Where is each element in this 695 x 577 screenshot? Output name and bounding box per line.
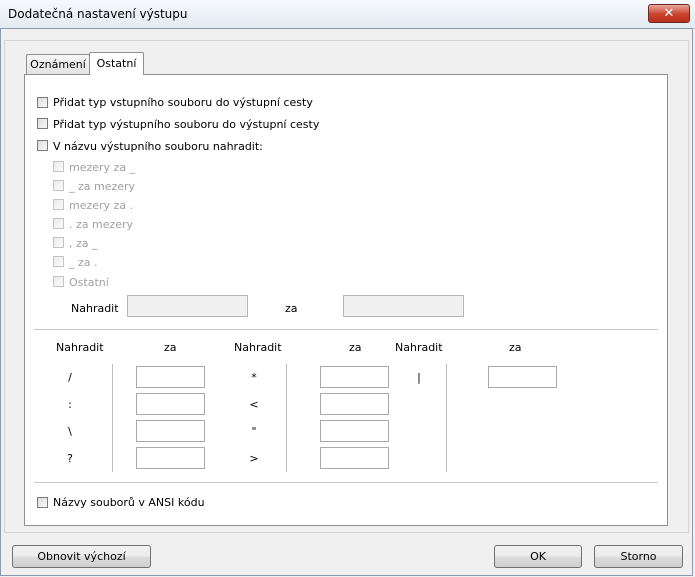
replace-to-input[interactable] xyxy=(343,295,464,317)
table-header: za xyxy=(349,341,362,354)
replace-in-name-label: V názvu výstupního souboru nahradit: xyxy=(53,140,263,153)
add-output-type-checkbox[interactable] xyxy=(37,118,48,129)
char-question: ? xyxy=(67,452,73,465)
sub-option-label: . za mezery xyxy=(69,218,134,231)
asterisk-replace-input[interactable] xyxy=(320,366,389,388)
pipe-replace-input[interactable] xyxy=(488,366,557,388)
sub-option-label: Ostatní xyxy=(69,276,109,289)
column-divider xyxy=(112,364,113,472)
sub-option-checkbox[interactable] xyxy=(53,256,64,267)
slash-replace-input[interactable] xyxy=(136,366,205,388)
tab-oznameni[interactable]: Oznámení xyxy=(26,54,90,74)
replace-in-name-checkbox[interactable] xyxy=(37,140,48,151)
sub-option-label: _ za . xyxy=(69,256,98,269)
backslash-replace-input[interactable] xyxy=(136,420,205,442)
sub-option-checkbox[interactable] xyxy=(53,199,64,210)
sub-option-checkbox[interactable] xyxy=(53,276,64,287)
column-divider xyxy=(446,364,447,472)
table-header: Nahradit xyxy=(56,341,104,354)
table-header: Nahradit xyxy=(234,341,282,354)
char-slash: / xyxy=(68,371,72,384)
tab-label: Oznámení xyxy=(30,58,86,71)
sub-option-checkbox[interactable] xyxy=(53,218,64,229)
sub-option-checkbox[interactable] xyxy=(53,161,64,172)
ok-button[interactable]: OK xyxy=(494,545,582,568)
tab-label: Ostatní xyxy=(96,57,137,70)
ansi-names-label: Názvy souborů v ANSI kódu xyxy=(53,496,205,509)
char-backslash: \ xyxy=(68,425,72,438)
close-button[interactable]: ✕ xyxy=(648,4,690,23)
add-input-type-checkbox[interactable] xyxy=(37,97,48,108)
separator xyxy=(34,329,658,331)
replace-label: Nahradit xyxy=(71,302,119,315)
sub-option-label: mezery za _ xyxy=(69,161,136,174)
char-pipe: | xyxy=(417,371,421,384)
cancel-button[interactable]: Storno xyxy=(594,545,683,568)
sub-option-label: , za _ xyxy=(69,237,98,250)
less-than-replace-input[interactable] xyxy=(320,393,389,415)
sub-option-checkbox[interactable] xyxy=(53,180,64,191)
separator xyxy=(34,482,658,484)
char-greater-than: > xyxy=(249,452,259,465)
window-title: Dodatečná nastavení výstupu xyxy=(8,7,188,21)
replace-from-input[interactable] xyxy=(127,295,248,317)
column-divider xyxy=(286,364,287,472)
char-quote: " xyxy=(251,425,257,438)
quote-replace-input[interactable] xyxy=(320,420,389,442)
add-input-type-label: Přidat typ vstupního souboru do výstupní… xyxy=(53,96,313,109)
char-colon: : xyxy=(68,398,72,411)
colon-replace-input[interactable] xyxy=(136,393,205,415)
close-icon: ✕ xyxy=(663,6,675,21)
greater-than-replace-input[interactable] xyxy=(320,447,389,469)
table-header: za xyxy=(164,341,177,354)
char-less-than: < xyxy=(249,398,259,411)
char-asterisk: * xyxy=(251,371,257,384)
table-header: za xyxy=(509,341,522,354)
reset-defaults-button[interactable]: Obnovit výchozí xyxy=(12,545,151,568)
tab-ostatni[interactable]: Ostatní xyxy=(89,52,144,75)
table-header: Nahradit xyxy=(395,341,443,354)
sub-option-label: mezery za . xyxy=(69,199,134,212)
question-replace-input[interactable] xyxy=(136,447,205,469)
with-label: za xyxy=(285,302,298,315)
ansi-names-checkbox[interactable] xyxy=(37,497,48,508)
sub-option-checkbox[interactable] xyxy=(53,237,64,248)
add-output-type-label: Přidat typ výstupního souboru do výstupn… xyxy=(53,118,320,131)
sub-option-label: _ za mezery xyxy=(69,180,136,193)
